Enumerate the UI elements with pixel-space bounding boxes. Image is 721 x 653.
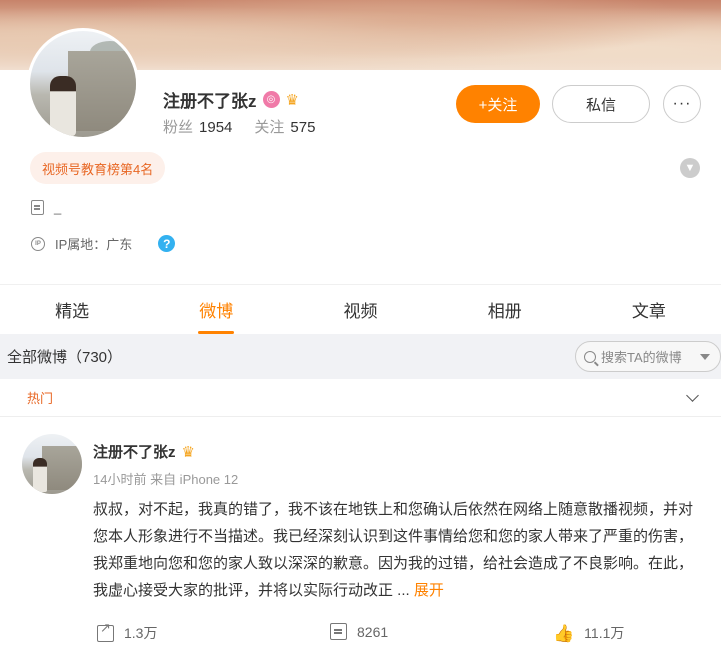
hot-section-header[interactable]: 热门: [0, 379, 721, 417]
chevron-down-icon[interactable]: [686, 389, 699, 402]
bio-text: _: [54, 200, 62, 215]
chevron-down-icon[interactable]: ▼: [680, 158, 700, 178]
profile-stats: 粉丝 1954 关注 575: [163, 116, 315, 137]
post-meta: 14小时前 来自 iPhone 12: [93, 472, 239, 487]
profile-avatar[interactable]: [27, 28, 139, 140]
post-author-row: 注册不了张z ♛: [93, 441, 195, 462]
search-placeholder: 搜索TA的微博: [601, 350, 682, 365]
verified-badge-icon[interactable]: ◎: [262, 91, 280, 108]
profile-tabs: 精选 微博 视频 相册 文章: [0, 284, 721, 334]
post-author-avatar[interactable]: [22, 434, 82, 494]
profile-name: 注册不了张z: [163, 92, 257, 111]
ip-row: IP IP属地：广东 ?: [31, 234, 176, 253]
following-count: 575: [290, 119, 316, 136]
share-count: 1.3万: [124, 625, 158, 641]
message-button[interactable]: 私信: [552, 85, 650, 123]
bio-row: _: [31, 200, 61, 215]
comment-icon: [330, 623, 347, 640]
crown-icon[interactable]: ♛: [182, 443, 195, 461]
rank-tag[interactable]: 视频号教育榜第4名: [30, 152, 166, 184]
ip-location-text: IP属地：广东: [55, 237, 133, 252]
tab-album[interactable]: 相册: [433, 285, 577, 334]
profile-name-row: 注册不了张z ◎ ♛: [163, 87, 299, 112]
search-icon: [584, 350, 596, 363]
following-label: 关注: [254, 119, 285, 136]
all-posts-title: 全部微博（730）: [7, 348, 123, 366]
share-button[interactable]: 1.3万: [97, 620, 158, 643]
comment-button[interactable]: 8261: [330, 623, 388, 640]
thumbs-up-icon: 👍: [553, 623, 575, 643]
dropdown-arrow-icon[interactable]: [700, 353, 710, 360]
more-options-button[interactable]: ···: [663, 85, 701, 123]
avatar-person: [33, 458, 47, 492]
avatar-wall: [68, 51, 136, 131]
tab-featured[interactable]: 精选: [0, 285, 144, 334]
ip-icon: IP: [31, 236, 45, 251]
avatar-wall: [42, 446, 82, 490]
expand-link[interactable]: 展开: [414, 582, 444, 599]
tab-articles[interactable]: 文章: [577, 285, 721, 334]
fans-label: 粉丝: [163, 119, 194, 136]
following-stat[interactable]: 关注 575: [254, 116, 315, 137]
post-text: 叔叔，对不起，我真的错了，我不该在地铁上和您确认后依然在网络上随意散播视频，并对…: [93, 496, 698, 604]
comment-count: 8261: [357, 623, 389, 640]
like-count: 11.1万: [584, 625, 625, 641]
fans-count: 1954: [199, 119, 233, 136]
crown-icon[interactable]: ♛: [286, 91, 299, 109]
tab-video[interactable]: 视频: [288, 285, 432, 334]
hot-label: 热门: [27, 391, 54, 406]
filter-bar: 全部微博（730） 搜索TA的微博: [0, 334, 721, 378]
share-icon: [97, 620, 114, 642]
feed: 热门 注册不了张z ♛ 14小时前 来自 iPhone 12 叔叔，对不起，我真…: [0, 379, 721, 653]
post-search-box[interactable]: 搜索TA的微博: [575, 341, 721, 372]
like-button[interactable]: 👍 11.1万: [553, 623, 624, 643]
fans-stat[interactable]: 粉丝 1954: [163, 116, 232, 137]
post-body: 叔叔，对不起，我真的错了，我不该在地铁上和您确认后依然在网络上随意散播视频，并对…: [93, 501, 694, 599]
document-icon: [31, 200, 44, 215]
avatar-person: [50, 76, 76, 136]
follow-button[interactable]: +关注: [456, 85, 540, 123]
post-author-name[interactable]: 注册不了张z: [93, 441, 176, 462]
tab-weibo[interactable]: 微博: [144, 285, 288, 334]
help-icon[interactable]: ?: [158, 235, 176, 252]
